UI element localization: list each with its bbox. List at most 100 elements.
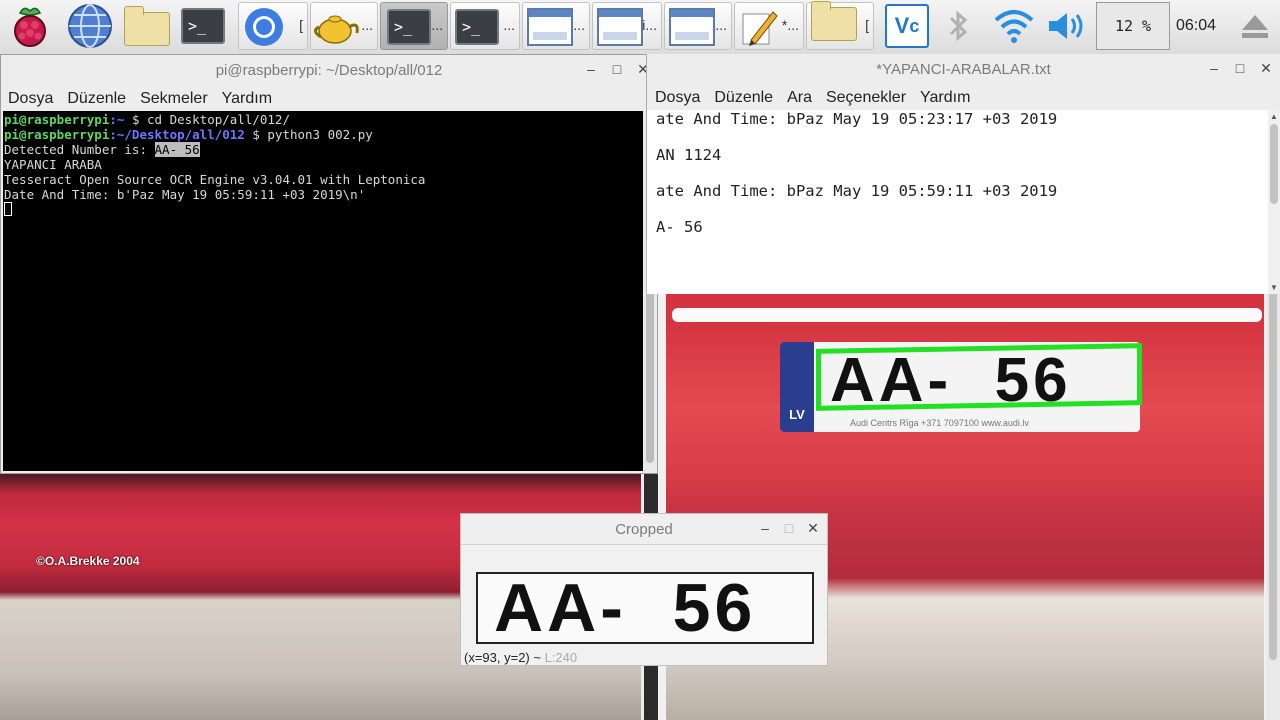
license-plate: LV AA- 56 Audi Centrs Rīga +371 7097100 …: [780, 342, 1142, 432]
editor-text-area[interactable]: ate And Time: bPaz May 19 05:23:17 +03 2…: [647, 110, 1269, 294]
eject-icon: [1242, 15, 1268, 38]
terminal-cursor: [4, 202, 12, 216]
terminal-icon: >_: [455, 9, 499, 45]
terminal-titlebar[interactable]: pi@raspberrypi: ~/Desktop/all/012 – □ ✕: [1, 55, 657, 86]
prompt-user: pi@raspberrypi: [4, 112, 110, 127]
dealer-frame-text: Audi Centrs Rīga +371 7097100 www.audi.l…: [850, 418, 1029, 428]
task-label: *...: [781, 17, 799, 33]
cursor-coordinates: (x=93, y=2) ~: [464, 650, 541, 665]
terminal-launcher[interactable]: >_: [176, 2, 230, 50]
folder-icon: [811, 1, 857, 41]
output-text: Date And Time: b'Paz May 19 05:59:11 +03…: [4, 187, 366, 202]
window-task-button-3[interactable]: ...: [664, 2, 732, 50]
eject-tray-button[interactable]: [1236, 2, 1274, 50]
scroll-up-icon[interactable]: ▲: [1270, 112, 1278, 121]
file-manager-launcher[interactable]: [120, 2, 174, 50]
prompt-user: pi@raspberrypi: [4, 127, 110, 142]
window-icon: [527, 8, 573, 46]
clock[interactable]: 06:04: [1176, 17, 1216, 35]
terminal-line: Detected Number is: AA- 56: [4, 142, 642, 157]
command-text: $ cd Desktop/all/012/: [124, 112, 290, 127]
folder-task-button[interactable]: [: [806, 1, 874, 50]
cropped-plate-image: AA- 56: [476, 572, 814, 644]
output-text: Detected Number is:: [4, 142, 155, 157]
raspberry-icon: [14, 7, 46, 47]
editor-titlebar[interactable]: *YAPANCI-ARABALAR.txt – □ ✕: [647, 54, 1280, 85]
task-label: [: [299, 17, 303, 33]
bluetooth-tray-button[interactable]: [940, 2, 978, 50]
cropped-titlebar[interactable]: Cropped – □ ✕: [461, 514, 827, 545]
taskbar: >_ [ ... >_ ... >_ ... ... i... ... *...…: [0, 0, 1280, 55]
minimize-button[interactable]: –: [759, 520, 771, 536]
plate-country-band: LV: [780, 342, 814, 432]
window-title: *YAPANCI-ARABALAR.txt: [876, 60, 1051, 78]
window-icon: [669, 8, 715, 46]
maximize-button[interactable]: □: [1234, 60, 1246, 76]
text-editor-window: *YAPANCI-ARABALAR.txt – □ ✕ Dosya Düzenl…: [646, 54, 1280, 294]
minimize-button[interactable]: –: [1208, 60, 1220, 76]
scroll-down-icon[interactable]: ▼: [1270, 283, 1278, 292]
prompt-path: :~/Desktop/all/012: [109, 127, 245, 142]
teapot-task-button[interactable]: ...: [310, 2, 378, 50]
wifi-icon: [994, 10, 1034, 43]
menu-yardim[interactable]: Yardım: [215, 90, 279, 108]
vertical-scrollbar[interactable]: ▲ ▼: [1268, 110, 1280, 294]
menu-duzenle[interactable]: Düzenle: [60, 90, 133, 108]
menu-sekmeler[interactable]: Sekmeler: [133, 90, 215, 108]
close-button[interactable]: ✕: [1260, 60, 1272, 76]
menu-dosya[interactable]: Dosya: [1, 90, 60, 108]
menu-dosya[interactable]: Dosya: [647, 89, 707, 107]
menu-duzenle[interactable]: Düzenle: [707, 89, 780, 107]
terminal-task-button-1[interactable]: >_ ...: [380, 2, 448, 50]
task-label: ...: [361, 17, 373, 33]
web-browser-launcher[interactable]: [62, 2, 118, 50]
task-label: ...: [573, 17, 585, 33]
text-line: A- 56: [656, 218, 703, 236]
menu-secenekler[interactable]: Seçenekler: [819, 89, 913, 107]
window-title: Cropped: [615, 520, 673, 538]
wifi-tray-button[interactable]: [990, 2, 1038, 50]
maximize-button[interactable]: □: [611, 61, 623, 77]
terminal-task-button-2[interactable]: >_ ...: [450, 2, 520, 50]
text-line: ate And Time: bPaz May 19 05:59:11 +03 2…: [656, 182, 1058, 200]
pixel-value: L:240: [544, 650, 578, 665]
scrollbar-thumb[interactable]: [1269, 260, 1277, 660]
volume-tray-button[interactable]: [1044, 2, 1090, 50]
status-bar: (x=93, y=2) ~ L:240: [464, 650, 577, 665]
menu-yardim[interactable]: Yardım: [913, 89, 977, 107]
minimize-button[interactable]: –: [585, 61, 597, 77]
window-task-button-2[interactable]: i...: [592, 2, 662, 50]
editor-menubar: Dosya Düzenle Ara Seçenekler Yardım: [647, 84, 1280, 112]
bluetooth-icon: [949, 10, 968, 42]
cpu-usage: 12 %: [1114, 17, 1152, 35]
cropped-window: Cropped – □ ✕ AA- 56 (x=93, y=2) ~ L:240: [460, 513, 828, 666]
vnc-tray-button[interactable]: Vc: [882, 2, 932, 50]
chromium-task-button[interactable]: [: [238, 2, 308, 50]
terminal-menubar: Dosya Düzenle Sekmeler Yardım: [1, 85, 657, 113]
close-button[interactable]: ✕: [807, 520, 819, 536]
window-icon: [597, 8, 643, 46]
command-text: $ python3 002.py: [244, 127, 373, 142]
terminal-line: pi@raspberrypi:~/Desktop/all/012 $ pytho…: [4, 127, 642, 142]
selected-text: AA- 56: [154, 142, 200, 157]
window-task-button-1[interactable]: ...: [522, 2, 590, 50]
detection-box: [816, 343, 1142, 411]
chromium-icon: [245, 8, 283, 46]
task-label: ...: [503, 17, 515, 33]
chrome-trim: [672, 308, 1262, 322]
scrollbar-thumb[interactable]: [1270, 124, 1278, 204]
menu-ara[interactable]: Ara: [780, 89, 819, 107]
vnc-icon: Vc: [885, 4, 929, 48]
text-line: AN 1124: [656, 146, 722, 164]
maximize-button[interactable]: □: [783, 520, 795, 536]
output-text: Tesseract Open Source OCR Engine v3.04.0…: [4, 172, 426, 187]
cpu-monitor[interactable]: 12 %: [1096, 2, 1170, 50]
terminal-output[interactable]: pi@raspberrypi:~ $ cd Desktop/all/012/ p…: [3, 111, 643, 471]
raspberry-menu-button[interactable]: [4, 2, 56, 50]
task-label: ...: [431, 17, 443, 33]
output-text: YAPANCI ARABA: [4, 157, 102, 172]
pencil-icon: [742, 11, 778, 46]
editor-task-button[interactable]: *...: [734, 2, 804, 50]
vertical-scrollbar[interactable]: [1266, 240, 1280, 720]
task-label: ...: [715, 17, 727, 33]
